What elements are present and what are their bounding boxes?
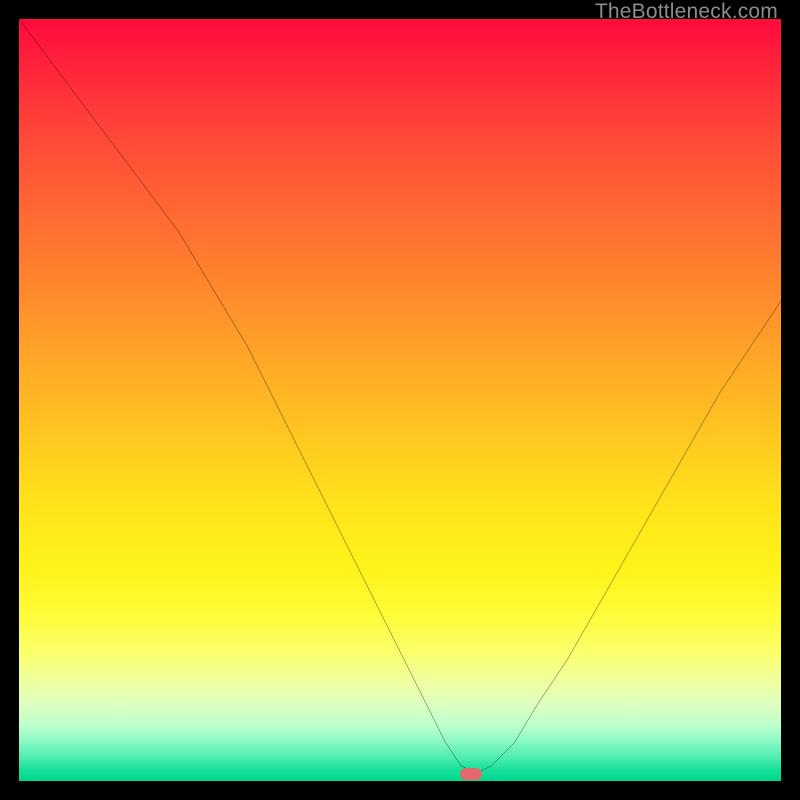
optimal-point-marker [460,768,482,780]
chart-frame: TheBottleneck.com [0,0,800,800]
plot-area [19,19,781,781]
bottleneck-curve [19,19,781,781]
bottleneck-curve-path [19,19,781,773]
